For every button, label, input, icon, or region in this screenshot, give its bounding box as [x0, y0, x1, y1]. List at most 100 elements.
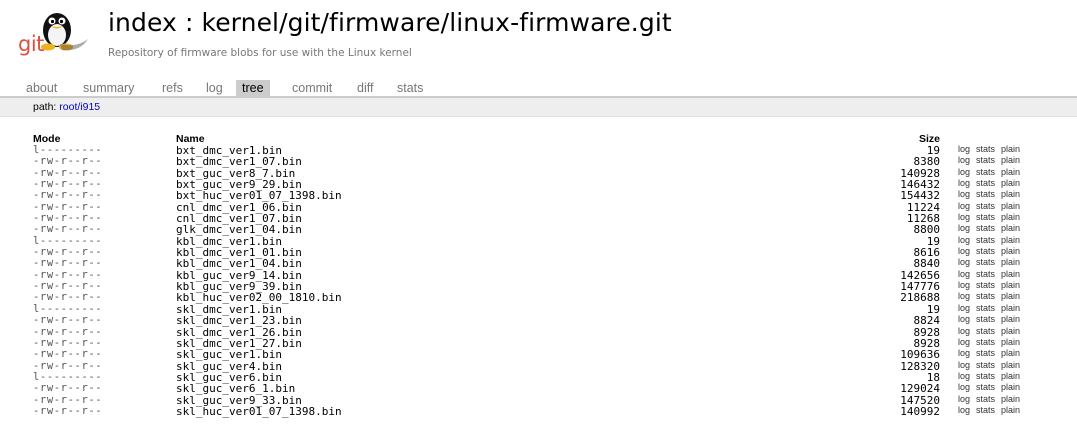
file-plain-link[interactable]: plain [1001, 382, 1020, 392]
file-stats-link[interactable]: stats [976, 326, 995, 336]
file-log-link[interactable]: log [958, 269, 970, 279]
file-plain-link[interactable]: plain [1001, 212, 1020, 222]
file-plain-link[interactable]: plain [1001, 167, 1020, 177]
file-stats-link[interactable]: stats [976, 257, 995, 267]
file-plain-link[interactable]: plain [1001, 246, 1020, 256]
file-log-link[interactable]: log [958, 257, 970, 267]
file-actions: log stats plain [958, 212, 1026, 222]
tab-log[interactable]: log [206, 81, 223, 95]
logo-text: git [18, 32, 44, 56]
file-log-link[interactable]: log [958, 326, 970, 336]
file-log-link[interactable]: log [958, 167, 970, 177]
file-actions: log stats plain [958, 348, 1026, 358]
file-plain-link[interactable]: plain [1001, 326, 1020, 336]
git-logo[interactable]: git [18, 8, 92, 58]
file-stats-link[interactable]: stats [976, 155, 995, 165]
file-stats-link[interactable]: stats [976, 405, 995, 415]
file-plain-link[interactable]: plain [1001, 314, 1020, 324]
listing-rows: l--------- bxt_dmc_ver1.bin 19 log stats plai… [28, 144, 1050, 418]
file-plain-link[interactable]: plain [1001, 178, 1020, 188]
file-mode: -rw-r--r-- [33, 166, 103, 179]
file-plain-link[interactable]: plain [1001, 257, 1020, 267]
file-mode: -rw-r--r-- [33, 336, 103, 349]
file-mode: -rw-r--r-- [33, 382, 103, 395]
file-log-link[interactable]: log [958, 201, 970, 211]
file-stats-link[interactable]: stats [976, 291, 995, 301]
file-plain-link[interactable]: plain [1001, 155, 1020, 165]
file-plain-link[interactable]: plain [1001, 280, 1020, 290]
file-stats-link[interactable]: stats [976, 144, 995, 154]
file-stats-link[interactable]: stats [976, 212, 995, 222]
file-plain-link[interactable]: plain [1001, 189, 1020, 199]
file-log-link[interactable]: log [958, 382, 970, 392]
file-plain-link[interactable]: plain [1001, 235, 1020, 245]
file-actions: log stats plain [958, 314, 1026, 324]
file-stats-link[interactable]: stats [976, 303, 995, 313]
file-log-link[interactable]: log [958, 212, 970, 222]
file-log-link[interactable]: log [958, 155, 970, 165]
file-log-link[interactable]: log [958, 337, 970, 347]
file-stats-link[interactable]: stats [976, 167, 995, 177]
file-stats-link[interactable]: stats [976, 201, 995, 211]
file-plain-link[interactable]: plain [1001, 144, 1020, 154]
file-log-link[interactable]: log [958, 144, 970, 154]
file-stats-link[interactable]: stats [976, 394, 995, 404]
breadcrumb-dir-link[interactable]: i915 [80, 101, 100, 113]
file-log-link[interactable]: log [958, 371, 970, 381]
file-log-link[interactable]: log [958, 314, 970, 324]
file-plain-link[interactable]: plain [1001, 394, 1020, 404]
file-stats-link[interactable]: stats [976, 382, 995, 392]
file-log-link[interactable]: log [958, 394, 970, 404]
file-stats-link[interactable]: stats [976, 348, 995, 358]
file-actions: log stats plain [958, 405, 1026, 415]
file-log-link[interactable]: log [958, 235, 970, 245]
file-plain-link[interactable]: plain [1001, 223, 1020, 233]
page-title: index : kernel/git/firmware/linux-firmwa… [108, 8, 672, 37]
tab-tree[interactable]: tree [236, 80, 270, 97]
file-stats-link[interactable]: stats [976, 269, 995, 279]
file-plain-link[interactable]: plain [1001, 303, 1020, 313]
file-actions: log stats plain [958, 394, 1026, 404]
tab-commit[interactable]: commit [292, 81, 332, 95]
file-stats-link[interactable]: stats [976, 360, 995, 370]
file-stats-link[interactable]: stats [976, 223, 995, 233]
file-stats-link[interactable]: stats [976, 337, 995, 347]
file-plain-link[interactable]: plain [1001, 348, 1020, 358]
file-log-link[interactable]: log [958, 303, 970, 313]
file-plain-link[interactable]: plain [1001, 201, 1020, 211]
file-log-link[interactable]: log [958, 280, 970, 290]
tab-summary[interactable]: summary [83, 81, 134, 95]
file-stats-link[interactable]: stats [976, 178, 995, 188]
file-plain-link[interactable]: plain [1001, 360, 1020, 370]
file-actions: log stats plain [958, 178, 1026, 188]
file-stats-link[interactable]: stats [976, 371, 995, 381]
file-log-link[interactable]: log [958, 223, 970, 233]
file-stats-link[interactable]: stats [976, 280, 995, 290]
file-log-link[interactable]: log [958, 360, 970, 370]
file-stats-link[interactable]: stats [976, 235, 995, 245]
file-log-link[interactable]: log [958, 178, 970, 188]
file-name-link[interactable]: skl_huc_ver01_07_1398.bin [176, 405, 342, 418]
file-plain-link[interactable]: plain [1001, 337, 1020, 347]
tab-about[interactable]: about [26, 81, 57, 95]
file-log-link[interactable]: log [958, 348, 970, 358]
file-plain-link[interactable]: plain [1001, 405, 1020, 415]
file-log-link[interactable]: log [958, 246, 970, 256]
file-stats-link[interactable]: stats [976, 246, 995, 256]
file-actions: log stats plain [958, 337, 1026, 347]
breadcrumb-root-link[interactable]: root [59, 101, 77, 113]
tab-refs[interactable]: refs [162, 81, 183, 95]
file-log-link[interactable]: log [958, 405, 970, 415]
file-mode: l--------- [33, 302, 103, 315]
file-mode: -rw-r--r-- [33, 291, 103, 304]
tab-stats[interactable]: stats [397, 81, 423, 95]
file-plain-link[interactable]: plain [1001, 291, 1020, 301]
file-stats-link[interactable]: stats [976, 189, 995, 199]
file-stats-link[interactable]: stats [976, 314, 995, 324]
file-log-link[interactable]: log [958, 291, 970, 301]
file-log-link[interactable]: log [958, 189, 970, 199]
file-plain-link[interactable]: plain [1001, 269, 1020, 279]
file-mode: -rw-r--r-- [33, 348, 103, 361]
file-plain-link[interactable]: plain [1001, 371, 1020, 381]
tab-diff[interactable]: diff [357, 81, 373, 95]
